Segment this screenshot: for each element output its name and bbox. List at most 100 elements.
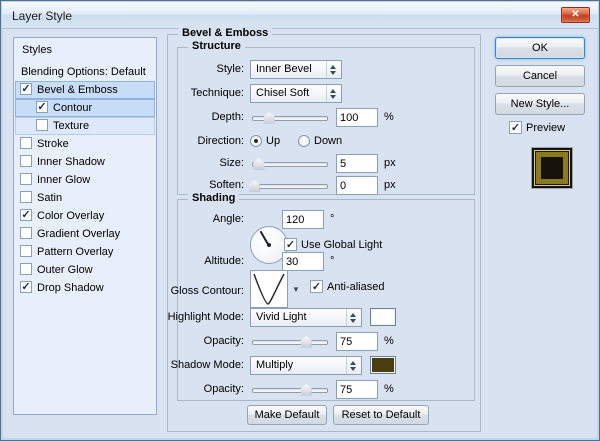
direction-label: Direction: [197, 135, 244, 147]
sidebar-item-satin[interactable]: Satin [15, 189, 155, 207]
highlight-opacity-slider[interactable] [252, 336, 328, 348]
highlight-opacity-input[interactable] [336, 332, 378, 351]
shadow-mode-select[interactable]: Multiply [250, 356, 362, 375]
anti-aliased-label: Anti-aliased [327, 281, 385, 293]
ok-button[interactable]: OK [495, 37, 585, 59]
checked-checkbox-icon[interactable]: ✓ [36, 101, 48, 113]
shadow-color-swatch[interactable] [370, 356, 396, 374]
sidebar-item-gradient-overlay[interactable]: Gradient Overlay [15, 225, 155, 243]
technique-select-value: Chisel Soft [256, 87, 310, 99]
checked-checkbox-icon[interactable]: ✓ [20, 209, 32, 221]
gloss-contour-picker[interactable] [250, 270, 288, 308]
highlight-mode-select[interactable]: Vivid Light [250, 308, 362, 327]
altitude-input[interactable] [282, 252, 324, 271]
sidebar-item-stroke[interactable]: Stroke [15, 135, 155, 153]
highlight-opacity-slider-thumb[interactable] [300, 336, 312, 348]
checked-checkbox-icon[interactable]: ✓ [20, 281, 32, 293]
use-global-light-label: Use Global Light [301, 239, 383, 251]
sidebar-item-texture[interactable]: Texture [15, 117, 155, 135]
sidebar-item-blending-options-default[interactable]: Blending Options: Default [15, 63, 155, 81]
angle-unit: ° [330, 213, 335, 225]
style-select[interactable]: Inner Bevel [250, 60, 342, 79]
size-slider[interactable] [252, 158, 328, 170]
unchecked-checkbox-icon[interactable] [20, 245, 32, 257]
shadow-mode-label: Shadow Mode: [170, 359, 244, 371]
shadow-opacity-label: Opacity: [203, 383, 244, 395]
anti-aliased-checkbox[interactable]: ✓ [310, 280, 323, 293]
styles-panel-title: Styles [22, 44, 52, 56]
technique-label: Technique: [190, 87, 244, 99]
sidebar-item-label: Pattern Overlay [37, 246, 114, 258]
size-unit: px [384, 157, 396, 169]
technique-select[interactable]: Chisel Soft [250, 84, 342, 103]
direction-up-radio[interactable] [250, 135, 262, 147]
unchecked-checkbox-icon[interactable] [20, 137, 32, 149]
unchecked-checkbox-icon[interactable] [20, 155, 32, 167]
gloss-contour-label: Gloss Contour: [170, 285, 244, 297]
bevel-emboss-group-title: Bevel & Emboss [178, 27, 273, 39]
angle-label: Angle: [212, 213, 244, 225]
depth-input[interactable] [336, 108, 378, 127]
sidebar-item-outer-glow[interactable]: Outer Glow [15, 261, 155, 279]
shadow-opacity-unit: % [384, 383, 394, 395]
sidebar-item-inner-glow[interactable]: Inner Glow [15, 171, 155, 189]
depth-slider[interactable] [252, 112, 328, 124]
soften-unit: px [384, 179, 396, 191]
use-global-light-checkbox[interactable]: ✓ [284, 238, 297, 251]
highlight-color-swatch[interactable] [370, 308, 396, 326]
unchecked-checkbox-icon[interactable] [20, 263, 32, 275]
combo-arrows-icon [346, 309, 359, 326]
preview-checkbox[interactable]: ✓ [509, 121, 522, 134]
layer-style-dialog: Layer Style ✕ Styles Blending Options: D… [0, 0, 600, 441]
size-input[interactable] [336, 154, 378, 173]
angle-input[interactable] [282, 210, 324, 229]
direction-down-label: Down [314, 135, 343, 147]
style-preview-thumbnail [531, 147, 573, 189]
altitude-label: Altitude: [204, 255, 244, 267]
sidebar-item-drop-shadow[interactable]: ✓ Drop Shadow [15, 279, 155, 297]
shadow-opacity-slider-thumb[interactable] [300, 384, 312, 396]
sidebar-item-label: Texture [53, 120, 90, 132]
sidebar-item-label: Inner Glow [37, 174, 91, 186]
gloss-contour-arrow-icon[interactable]: ▼ [289, 270, 303, 308]
reset-to-default-button[interactable]: Reset to Default [333, 405, 429, 425]
sidebar-item-pattern-overlay[interactable]: Pattern Overlay [15, 243, 155, 261]
angle-hub-icon [267, 243, 271, 247]
sidebar-item-label: Drop Shadow [37, 282, 104, 294]
shadow-opacity-slider[interactable] [252, 384, 328, 396]
checked-checkbox-icon[interactable]: ✓ [20, 83, 32, 95]
sidebar-item-label: Satin [37, 192, 63, 204]
sidebar-item-inner-shadow[interactable]: Inner Shadow [15, 153, 155, 171]
sidebar-item-label: Inner Shadow [37, 156, 105, 168]
sidebar-item-contour[interactable]: ✓ Contour [15, 99, 155, 117]
contour-curve-icon [253, 273, 285, 305]
highlight-opacity-label: Opacity: [203, 335, 244, 347]
soften-input[interactable] [336, 176, 378, 195]
size-slider-thumb[interactable] [253, 158, 265, 170]
depth-slider-thumb[interactable] [263, 112, 275, 124]
shading-group: Shading Angle: ° ✓ Use Global Light Alti… [168, 192, 475, 401]
style-select-value: Inner Bevel [256, 63, 312, 75]
soften-slider[interactable] [248, 180, 328, 192]
soften-slider-thumb[interactable] [248, 180, 260, 192]
shading-group-title: Shading [188, 192, 240, 204]
close-icon[interactable]: ✕ [561, 7, 590, 23]
sidebar-item-color-overlay[interactable]: ✓ Color Overlay [15, 207, 155, 225]
shadow-opacity-input[interactable] [336, 380, 378, 399]
unchecked-checkbox-icon[interactable] [20, 191, 32, 203]
sidebar-item-label: Stroke [37, 138, 69, 150]
sidebar-item-label: Gradient Overlay [37, 228, 121, 240]
sidebar-item-bevel-emboss[interactable]: ✓ Bevel & Emboss [15, 81, 155, 99]
sidebar-item-label: Bevel & Emboss [37, 84, 118, 96]
depth-label: Depth: [211, 111, 244, 123]
styles-list: Blending Options: Default ✓ Bevel & Emboss… [15, 63, 155, 297]
unchecked-checkbox-icon[interactable] [20, 173, 32, 185]
combo-arrows-icon [346, 357, 359, 374]
unchecked-checkbox-icon[interactable] [20, 227, 32, 239]
direction-down-radio[interactable] [298, 135, 310, 147]
new-style-button[interactable]: New Style... [495, 93, 585, 115]
make-default-button[interactable]: Make Default [247, 405, 327, 425]
unchecked-checkbox-icon[interactable] [36, 119, 48, 131]
cancel-button[interactable]: Cancel [495, 65, 585, 87]
sidebar-item-label: Blending Options: Default [21, 66, 146, 78]
